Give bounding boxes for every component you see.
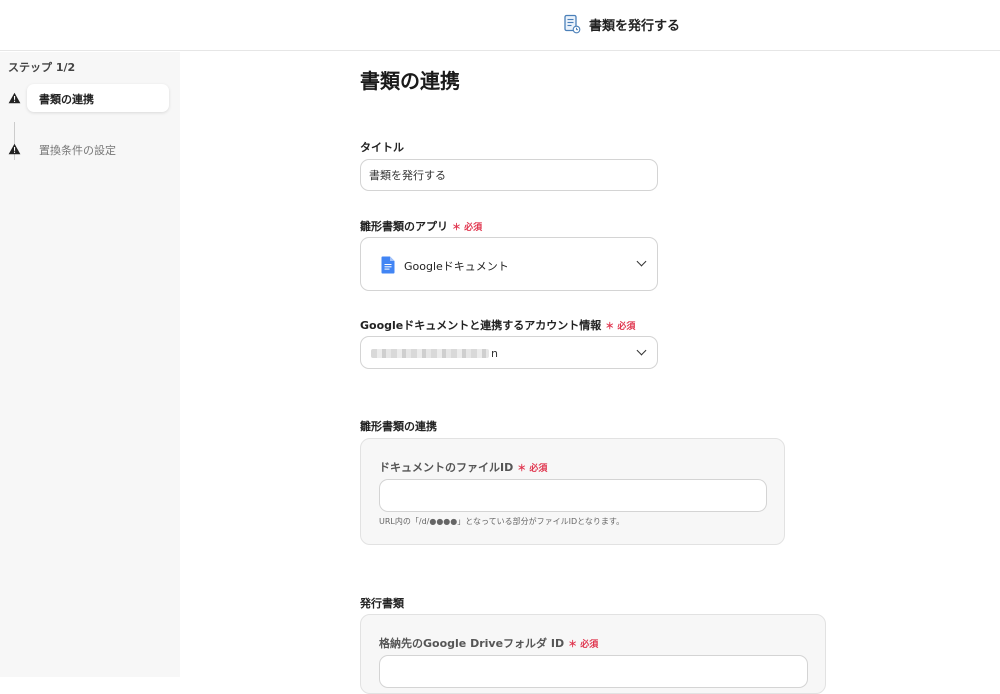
- account-select[interactable]: n: [360, 336, 658, 369]
- folder-id-input[interactable]: [379, 655, 808, 688]
- issue-docs-section-label: 発行書類: [360, 597, 404, 610]
- file-id-input[interactable]: [379, 479, 767, 512]
- folder-id-label-text: 格納先のGoogle Driveフォルダ ID: [379, 637, 565, 650]
- sidebar-step-label: 置換条件の設定: [39, 144, 116, 157]
- required-marker: ＊ 必須: [517, 464, 548, 474]
- sidebar: ステップ 1/2 書類の連携 置換条件の設定: [0, 52, 180, 677]
- template-link-section-label: 雛形書類の連携: [360, 420, 437, 433]
- chevron-down-icon: [636, 345, 647, 355]
- file-id-label: ドキュメントのファイルID ＊ 必須: [379, 459, 547, 475]
- step-count: ステップ 1/2: [8, 61, 76, 74]
- sidebar-step-document-link[interactable]: 書類の連携: [0, 84, 180, 112]
- top-bar: 書類を発行する: [0, 0, 1000, 51]
- chevron-down-icon: [636, 256, 647, 267]
- title-input[interactable]: 書類を発行する: [360, 159, 658, 191]
- title-label: タイトル: [360, 141, 404, 154]
- sidebar-step-label: 書類の連携: [39, 93, 94, 106]
- template-app-value: Googleドキュメント: [404, 260, 509, 273]
- google-docs-icon: [381, 256, 395, 274]
- warning-icon: [8, 92, 21, 104]
- required-marker: ＊ 必須: [605, 322, 636, 332]
- template-link-panel: ドキュメントのファイルID ＊ 必須 URL内の「/d/●●●●」となっている部分…: [360, 438, 785, 545]
- sidebar-step-replace-conditions[interactable]: 置換条件の設定: [0, 135, 180, 163]
- required-marker: ＊ 必須: [452, 223, 483, 233]
- template-app-select[interactable]: Googleドキュメント: [360, 237, 658, 291]
- folder-id-label: 格納先のGoogle Driveフォルダ ID ＊ 必須: [379, 635, 598, 651]
- file-id-label-text: ドキュメントのファイルID: [379, 461, 514, 474]
- template-app-label-text: 雛形書類のアプリ: [360, 220, 448, 233]
- account-value: n: [371, 347, 498, 360]
- account-label: Googleドキュメントと連携するアカウント情報＊ 必須: [360, 317, 635, 333]
- issue-docs-panel: 格納先のGoogle Driveフォルダ ID ＊ 必須: [360, 614, 826, 694]
- file-id-hint: URL内の「/d/●●●●」となっている部分がファイルIDとなります。: [379, 517, 625, 526]
- header-title: 書類を発行する: [563, 14, 680, 34]
- template-app-label: 雛形書類のアプリ ＊ 必須: [360, 218, 482, 234]
- account-value-suffix: n: [491, 347, 498, 360]
- document-icon: [564, 14, 581, 34]
- warning-icon: [8, 143, 21, 155]
- header-title-text: 書類を発行する: [589, 18, 681, 34]
- required-marker: ＊ 必須: [568, 640, 599, 650]
- redacted-account: [371, 349, 489, 358]
- main-content: 書類の連携 タイトル 書類を発行する 雛形書類のアプリ ＊ 必須 Googleドキ…: [180, 52, 1000, 694]
- page-title: 書類の連携: [360, 69, 460, 93]
- account-label-text: Googleドキュメントと連携するアカウント情報: [360, 319, 602, 332]
- title-input-value: 書類を発行する: [369, 169, 446, 182]
